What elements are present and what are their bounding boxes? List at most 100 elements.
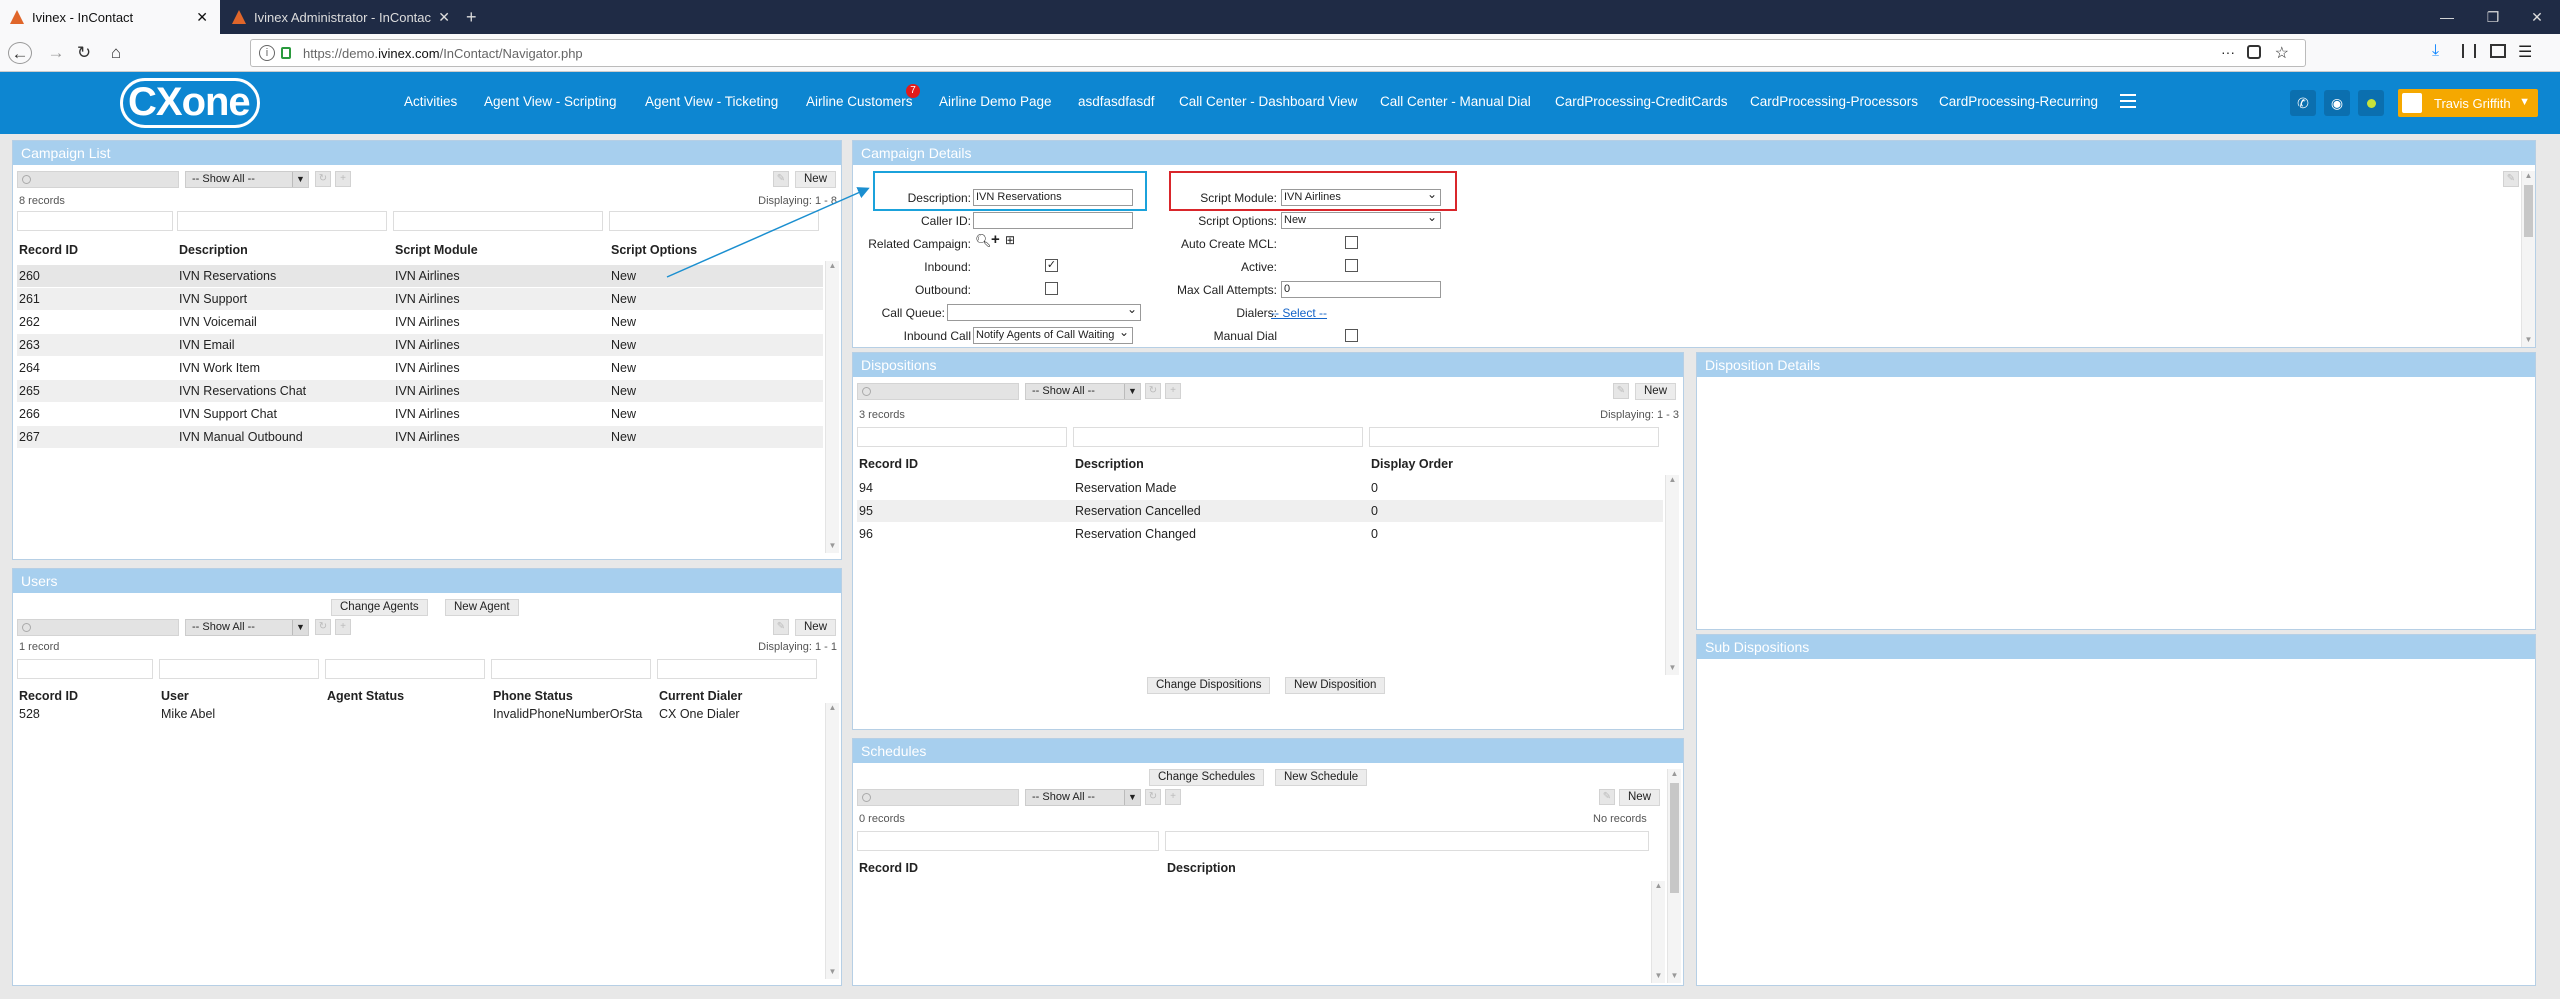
column-header-description[interactable]: Description [179,243,248,257]
inbound-call-select[interactable]: Notify Agents of Call Waiting [973,327,1133,344]
table-row[interactable]: 528 Mike Abel InvalidPhoneNumberOrSta CX… [17,703,817,725]
add-icon[interactable]: + [335,619,351,635]
filter-script-module[interactable] [393,211,603,231]
auto-create-mcl-checkbox[interactable] [1345,236,1358,249]
filter-record-id[interactable] [17,211,173,231]
refresh-icon[interactable]: ↻ [315,171,331,187]
close-window-icon[interactable]: ✕ [2514,0,2560,34]
vertical-scrollbar[interactable]: ▲ ▼ [1651,881,1665,983]
column-header-agent-status[interactable]: Agent Status [327,689,404,703]
table-row[interactable]: 267 IVN Manual Outbound IVN Airlines New [17,426,823,448]
refresh-icon[interactable]: ↻ [315,619,331,635]
minimize-icon[interactable]: — [2424,0,2470,34]
filter-display-order[interactable] [1369,427,1659,447]
max-call-attempts-input[interactable]: 0 [1281,281,1441,298]
browser-tab-ivinex-incontact[interactable]: Ivinex - InContact ✕ [0,0,220,34]
table-row[interactable]: 261 IVN Support IVN Airlines New [17,288,823,310]
new-campaign-button[interactable]: New [795,171,837,188]
search-icon[interactable]: 🔍︎ [975,233,992,249]
inbound-checkbox[interactable]: ✓ [1045,259,1058,272]
menu-cardprocessing-recurring[interactable]: CardProcessing-Recurring [1939,94,2098,109]
new-button[interactable]: New [1619,789,1661,806]
table-row[interactable]: 265 IVN Reservations Chat IVN Airlines New [17,380,823,402]
outbound-checkbox[interactable] [1045,282,1058,295]
close-tab-icon[interactable]: ✕ [196,9,208,26]
menu-call-center-manual-dial[interactable]: Call Center - Manual Dial [1380,94,1531,109]
sidebar-icon[interactable] [2490,44,2506,58]
menu-agent-view-ticketing[interactable]: Agent View - Ticketing [645,94,778,109]
menu-asdfasdfasdf[interactable]: asdfasdfasdf [1078,94,1155,109]
add-icon[interactable]: + [991,231,1000,248]
cxone-logo[interactable]: CXone [120,78,260,128]
column-header-script-module[interactable]: Script Module [395,243,478,257]
column-header-description[interactable]: Description [1075,457,1144,471]
filter-record-id[interactable] [857,427,1067,447]
home-icon[interactable]: ⌂ [104,42,128,64]
filter-record-id[interactable] [857,831,1159,851]
menu-cardprocessing-creditcards[interactable]: CardProcessing-CreditCards [1555,94,1728,109]
column-header-script-options[interactable]: Script Options [611,243,697,257]
user-menu-button[interactable]: Travis Griffith ▼ [2398,89,2538,117]
filter-phone-status[interactable] [491,659,651,679]
url-bar[interactable]: i https://demo.ivinex.com/InContact/Navi… [250,39,2306,67]
table-row[interactable]: 95 Reservation Cancelled 0 [857,500,1663,522]
column-header-current-dialer[interactable]: Current Dialer [659,689,742,703]
script-module-select[interactable]: IVN Airlines [1281,189,1441,206]
menu-airline-demo-page[interactable]: Airline Demo Page [939,94,1052,109]
column-header-record-id[interactable]: Record ID [859,457,918,471]
filter-user[interactable] [159,659,319,679]
refresh-icon[interactable]: ↻ [1145,789,1161,805]
table-row[interactable]: 266 IVN Support Chat IVN Airlines New [17,403,823,425]
filter-description[interactable] [1165,831,1649,851]
new-agent-button[interactable]: New Agent [445,599,519,616]
table-row[interactable]: 96 Reservation Changed 0 [857,523,1663,545]
filter-description[interactable] [177,211,387,231]
refresh-icon[interactable]: ↻ [1145,383,1161,399]
call-queue-select[interactable] [947,304,1141,321]
add-icon[interactable]: + [1165,383,1181,399]
caller-id-input[interactable] [973,212,1133,229]
library-icon[interactable] [2462,44,2476,58]
more-actions-icon[interactable]: ··· [2221,44,2235,60]
new-tab-button[interactable]: + [456,0,490,34]
column-header-user[interactable]: User [161,689,189,703]
new-user-button[interactable]: New [795,619,837,636]
filter-current-dialer[interactable] [657,659,817,679]
filter-record-id[interactable] [17,659,153,679]
table-row[interactable]: 264 IVN Work Item IVN Airlines New [17,357,823,379]
edit-icon[interactable]: ✎ [2503,171,2519,187]
agent-icon[interactable]: ◉ [2324,90,2350,116]
column-header-record-id[interactable]: Record ID [19,243,78,257]
forward-icon[interactable]: → [44,42,68,64]
table-row[interactable]: 260 IVN Reservations IVN Airlines New [17,265,823,287]
edit-icon[interactable]: ✎ [1599,789,1615,805]
hierarchy-icon[interactable]: ⊞ [1005,233,1015,247]
column-header-phone-status[interactable]: Phone Status [493,689,573,703]
restore-icon[interactable]: ❐ [2470,0,2516,34]
menu-icon[interactable]: ☰ [2518,42,2532,62]
change-agents-button[interactable]: Change Agents [331,599,428,616]
table-row[interactable]: 94 Reservation Made 0 [857,477,1663,499]
show-all-select[interactable]: -- Show All -- ▼ [185,171,309,188]
new-schedule-button[interactable]: New Schedule [1275,769,1368,786]
info-icon[interactable]: i [259,45,275,61]
show-all-select[interactable]: -- Show All -- ▼ [1025,383,1141,400]
vertical-scrollbar[interactable]: ▲ ▼ [825,703,839,979]
change-dispositions-button[interactable]: Change Dispositions [1147,677,1271,694]
script-options-select[interactable]: New [1281,212,1441,229]
filter-script-options[interactable] [609,211,819,231]
browser-tab-ivinex-admin[interactable]: Ivinex Administrator - InContac ✕ [222,0,462,34]
status-indicator-icon[interactable] [2358,90,2384,116]
new-disposition-button[interactable]: New Disposition [1285,677,1386,694]
vertical-scrollbar[interactable]: ▲ ▼ [2521,171,2535,347]
table-row[interactable]: 262 IVN Voicemail IVN Airlines New [17,311,823,333]
edit-icon[interactable]: ✎ [773,619,789,635]
change-schedules-button[interactable]: Change Schedules [1149,769,1265,786]
search-input[interactable] [17,619,179,636]
new-button[interactable]: New [1635,383,1677,400]
dialers-select-link[interactable]: -- Select -- [1271,306,1327,320]
phone-icon[interactable]: ✆ [2290,90,2316,116]
menu-activities[interactable]: Activities [404,94,457,109]
reload-icon[interactable]: ↻ [72,42,96,64]
menu-call-center-dashboard[interactable]: Call Center - Dashboard View [1179,94,1357,109]
